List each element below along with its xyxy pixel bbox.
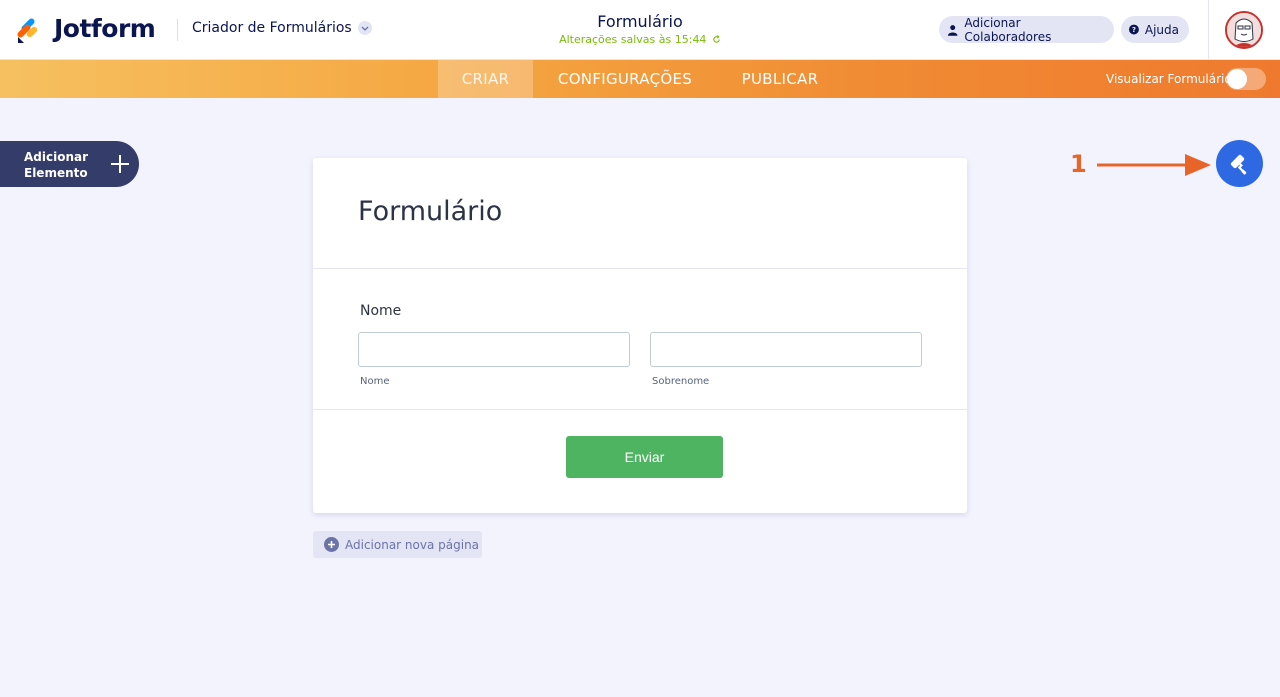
header-separator: [1208, 0, 1209, 60]
builder-title: Criador de Formulários: [192, 20, 352, 36]
plus-icon: [111, 155, 129, 173]
form-card: Formulário Nome Nome Sobrenome Enviar: [313, 158, 967, 513]
save-status-text: Alterações salvas às 15:44: [559, 33, 707, 46]
brand-name: Jotform: [54, 14, 156, 43]
form-name[interactable]: Formulário: [540, 12, 740, 31]
builder-dropdown[interactable]: Criador de Formulários: [192, 20, 372, 36]
builder-navbar: CRIAR CONFIGURAÇÕES PUBLICAR Visualizar …: [0, 60, 1280, 98]
help-button[interactable]: ? Ajuda: [1121, 16, 1189, 43]
plus-circle-icon: [324, 537, 339, 552]
form-title-area: Formulário Alterações salvas às 15:44: [540, 12, 740, 46]
header-divider: [177, 19, 178, 41]
tab-settings[interactable]: CONFIGURAÇÕES: [545, 60, 705, 98]
form-designer-button[interactable]: [1216, 140, 1263, 187]
save-status: Alterações salvas às 15:44: [540, 33, 740, 46]
name-field-label[interactable]: Nome: [360, 303, 401, 319]
add-element-label-line1: Adicionar: [24, 150, 89, 164]
add-collaborators-button[interactable]: Adicionar Colaboradores: [939, 15, 1114, 44]
divider: [313, 268, 967, 269]
annotation-step-number: 1: [1070, 150, 1087, 178]
submit-button[interactable]: Enviar: [566, 436, 723, 478]
collaborators-label: Adicionar Colaboradores: [964, 15, 1052, 44]
add-new-page-label: Adicionar nova página: [345, 537, 480, 552]
add-new-page-button[interactable]: Adicionar nova página: [313, 531, 482, 558]
user-icon: [947, 24, 958, 36]
help-label: Ajuda: [1144, 22, 1179, 37]
svg-text:?: ?: [1132, 26, 1136, 34]
add-element-label-line2: Elemento: [24, 166, 88, 180]
first-name-sublabel: Nome: [360, 376, 390, 387]
preview-form-toggle[interactable]: [1226, 68, 1266, 90]
avatar[interactable]: [1225, 11, 1263, 49]
top-header: Jotform Criador de Formulários Formulári…: [0, 0, 1280, 60]
question-icon: ?: [1129, 24, 1139, 35]
divider: [313, 409, 967, 410]
add-element-button[interactable]: Adicionar Elemento: [0, 141, 139, 187]
form-heading[interactable]: Formulário: [358, 196, 502, 227]
toggle-knob: [1227, 69, 1247, 89]
first-name-input[interactable]: [358, 332, 630, 367]
tab-create[interactable]: CRIAR: [438, 60, 533, 98]
tab-publish[interactable]: PUBLICAR: [730, 60, 830, 98]
last-name-sublabel: Sobrenome: [652, 376, 710, 387]
annotation-arrow-icon: [1097, 154, 1211, 176]
jotform-logo-icon: [17, 17, 38, 43]
chevron-down-icon: [357, 21, 372, 35]
last-name-input[interactable]: [650, 332, 922, 367]
add-element-label: Adicionar Elemento: [24, 149, 88, 181]
refresh-icon: [713, 35, 720, 43]
preview-form-label: Visualizar Formulário: [1106, 72, 1232, 86]
paint-roller-icon: [1230, 154, 1246, 175]
avatar-image: [1227, 13, 1261, 47]
jotform-logo[interactable]: Jotform: [16, 14, 156, 43]
